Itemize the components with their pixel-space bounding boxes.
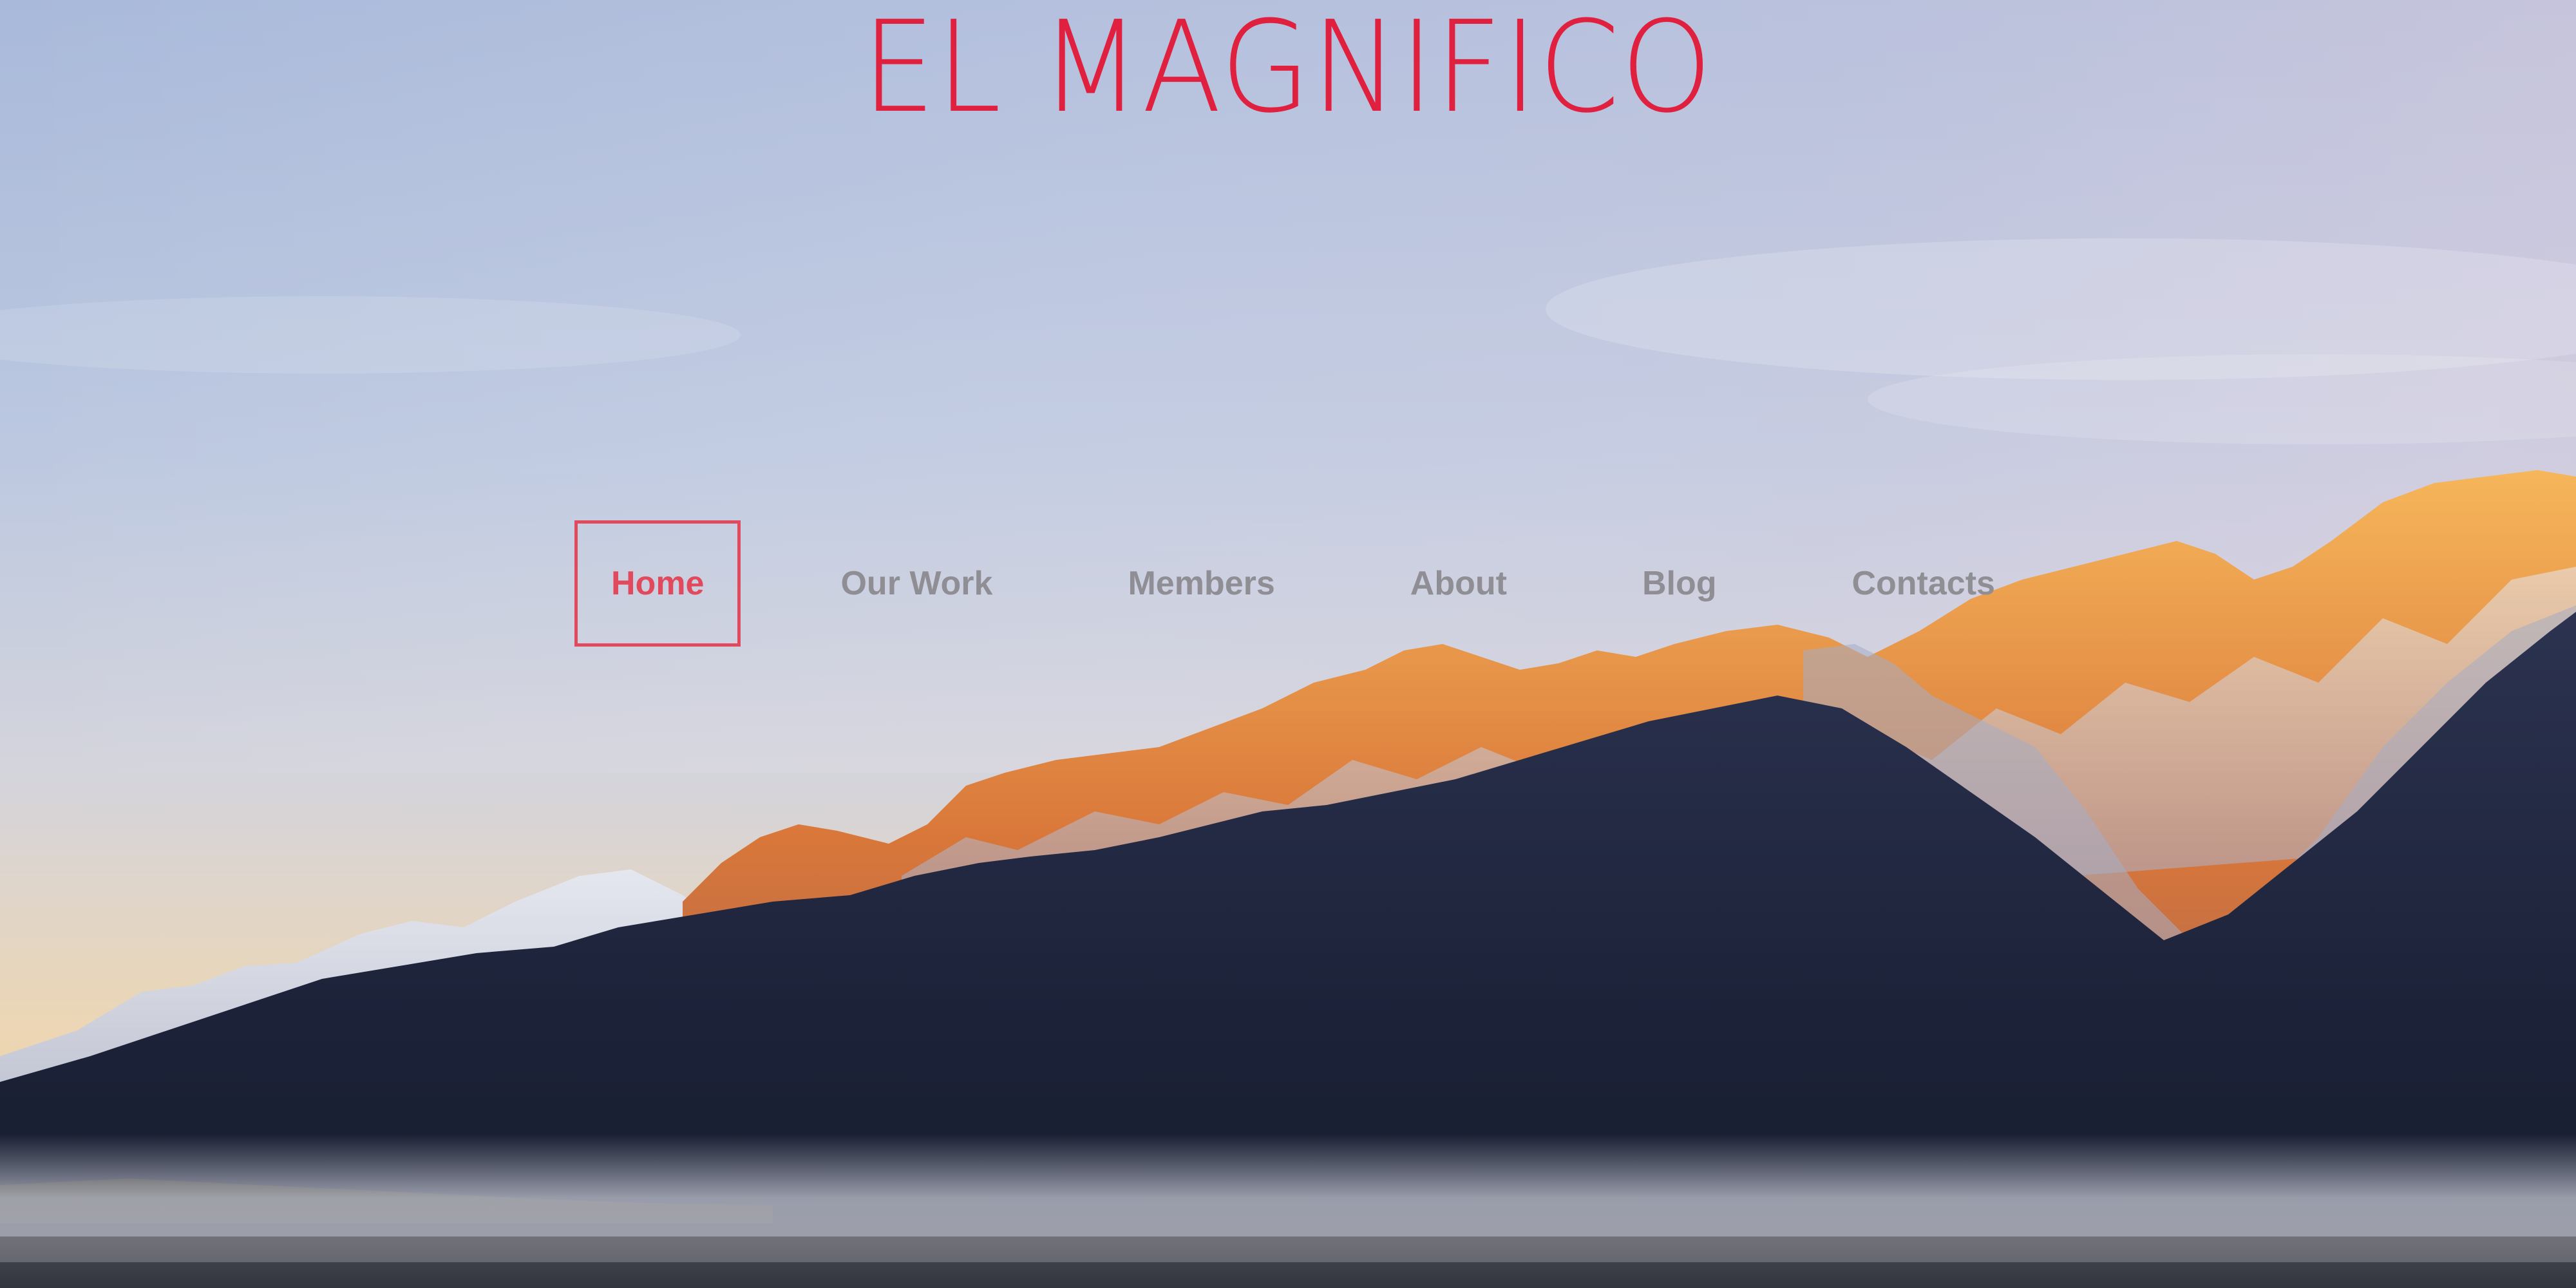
nav-item-label: Blog: [1642, 565, 1717, 602]
nav-item-members[interactable]: Members: [1128, 520, 1274, 647]
site-title-text: EL MAGNIFICO: [862, 0, 1714, 141]
site-logo-title[interactable]: EL MAGNIFICO: [0, 0, 2576, 135]
hero-section: EL MAGNIFICO Home Our Work Members About…: [0, 0, 2576, 1288]
nav-item-label: Our Work: [840, 565, 993, 602]
nav-item-our-work[interactable]: Our Work: [840, 520, 992, 647]
main-navigation: Home Our Work Members About Blog Contact…: [574, 520, 1995, 647]
nav-item-label: Home: [611, 565, 705, 602]
nav-item-label: About: [1410, 565, 1507, 602]
nav-item-contacts[interactable]: Contacts: [1852, 520, 1994, 647]
nav-item-blog[interactable]: Blog: [1642, 520, 1717, 647]
nav-item-about[interactable]: About: [1410, 520, 1507, 647]
nav-item-label: Members: [1128, 565, 1275, 602]
nav-item-label: Contacts: [1852, 565, 1995, 602]
nav-item-home[interactable]: Home: [574, 520, 741, 647]
